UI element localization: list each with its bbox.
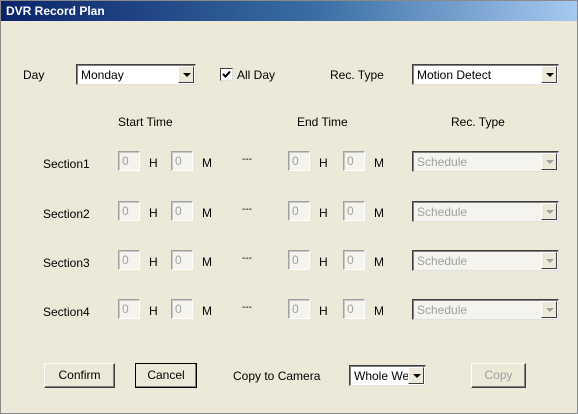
window-title: DVR Record Plan xyxy=(6,4,105,18)
end-hour-input[interactable]: 0 xyxy=(288,151,310,171)
hour-unit-label: H xyxy=(319,156,328,170)
day-select-value: Monday xyxy=(81,68,124,82)
section-label: Section1 xyxy=(43,157,90,171)
minute-unit-label: M xyxy=(202,206,212,220)
rec-type-header: Rec. Type xyxy=(451,115,505,129)
minute-unit-label: M xyxy=(202,304,212,318)
section-rec-type-select[interactable]: Schedule xyxy=(412,201,559,222)
section-label: Section2 xyxy=(43,207,90,221)
chevron-down-icon[interactable] xyxy=(541,252,557,269)
hour-unit-label: H xyxy=(149,304,158,318)
hour-unit-label: H xyxy=(149,206,158,220)
minute-unit-label: M xyxy=(374,206,384,220)
time-range-separator: --- xyxy=(242,154,252,165)
section-rec-type-select[interactable]: Schedule xyxy=(412,250,559,271)
minute-unit-label: M xyxy=(374,255,384,269)
time-range-separator: --- xyxy=(242,302,252,313)
end-hour-input[interactable]: 0 xyxy=(288,250,310,270)
time-range-separator: --- xyxy=(242,204,252,215)
section-rec-type-select[interactable]: Schedule xyxy=(412,299,559,320)
confirm-button[interactable]: Confirm xyxy=(44,363,115,388)
rec-type-select[interactable]: Motion Detect xyxy=(412,64,559,85)
section-label: Section4 xyxy=(43,305,90,319)
end-minute-input[interactable]: 0 xyxy=(343,299,365,319)
minute-unit-label: M xyxy=(374,156,384,170)
chevron-down-icon[interactable] xyxy=(178,66,194,83)
end-hour-input[interactable]: 0 xyxy=(288,299,310,319)
minute-unit-label: M xyxy=(202,156,212,170)
minute-unit-label: M xyxy=(374,304,384,318)
day-select[interactable]: Monday xyxy=(76,64,196,85)
end-minute-input[interactable]: 0 xyxy=(343,250,365,270)
rec-type-label: Rec. Type xyxy=(330,68,384,82)
hour-unit-label: H xyxy=(149,156,158,170)
section-label: Section3 xyxy=(43,256,90,270)
chevron-down-icon[interactable] xyxy=(408,367,424,384)
start-minute-input[interactable]: 0 xyxy=(171,250,193,270)
start-time-header: Start Time xyxy=(118,115,173,129)
copy-target-select[interactable]: Whole Wee xyxy=(349,365,426,386)
section-rec-type-value: Schedule xyxy=(417,205,468,219)
checkmark-icon xyxy=(222,70,231,78)
start-minute-input[interactable]: 0 xyxy=(171,299,193,319)
chevron-down-icon[interactable] xyxy=(541,203,557,220)
section-rec-type-value: Schedule xyxy=(417,303,468,317)
hour-unit-label: H xyxy=(149,255,158,269)
dvr-record-plan-window: DVR Record Plan Day Monday All Day Rec. … xyxy=(0,0,578,414)
end-minute-input[interactable]: 0 xyxy=(343,201,365,221)
copy-to-camera-label: Copy to Camera xyxy=(233,369,321,383)
start-minute-input[interactable]: 0 xyxy=(171,151,193,171)
day-label: Day xyxy=(23,68,45,82)
hour-unit-label: H xyxy=(319,255,328,269)
chevron-down-icon[interactable] xyxy=(541,153,557,170)
start-hour-input[interactable]: 0 xyxy=(118,299,140,319)
time-range-separator: --- xyxy=(242,253,252,264)
copy-target-value: Whole Wee xyxy=(354,369,410,383)
start-hour-input[interactable]: 0 xyxy=(118,201,140,221)
end-minute-input[interactable]: 0 xyxy=(343,151,365,171)
copy-button[interactable]: Copy xyxy=(471,363,526,388)
hour-unit-label: H xyxy=(319,304,328,318)
rec-type-select-value: Motion Detect xyxy=(417,68,492,82)
section-rec-type-select[interactable]: Schedule xyxy=(412,151,559,172)
section-rec-type-value: Schedule xyxy=(417,155,468,169)
end-hour-input[interactable]: 0 xyxy=(288,201,310,221)
minute-unit-label: M xyxy=(202,255,212,269)
chevron-down-icon[interactable] xyxy=(541,301,557,318)
start-minute-input[interactable]: 0 xyxy=(171,201,193,221)
start-hour-input[interactable]: 0 xyxy=(118,151,140,171)
start-hour-input[interactable]: 0 xyxy=(118,250,140,270)
section-rec-type-value: Schedule xyxy=(417,254,468,268)
hour-unit-label: H xyxy=(319,206,328,220)
cancel-button[interactable]: Cancel xyxy=(135,363,197,388)
all-day-label: All Day xyxy=(237,68,276,82)
all-day-checkbox[interactable] xyxy=(220,68,233,81)
chevron-down-icon[interactable] xyxy=(541,66,557,83)
title-bar: DVR Record Plan xyxy=(1,1,577,21)
end-time-header: End Time xyxy=(297,115,348,129)
